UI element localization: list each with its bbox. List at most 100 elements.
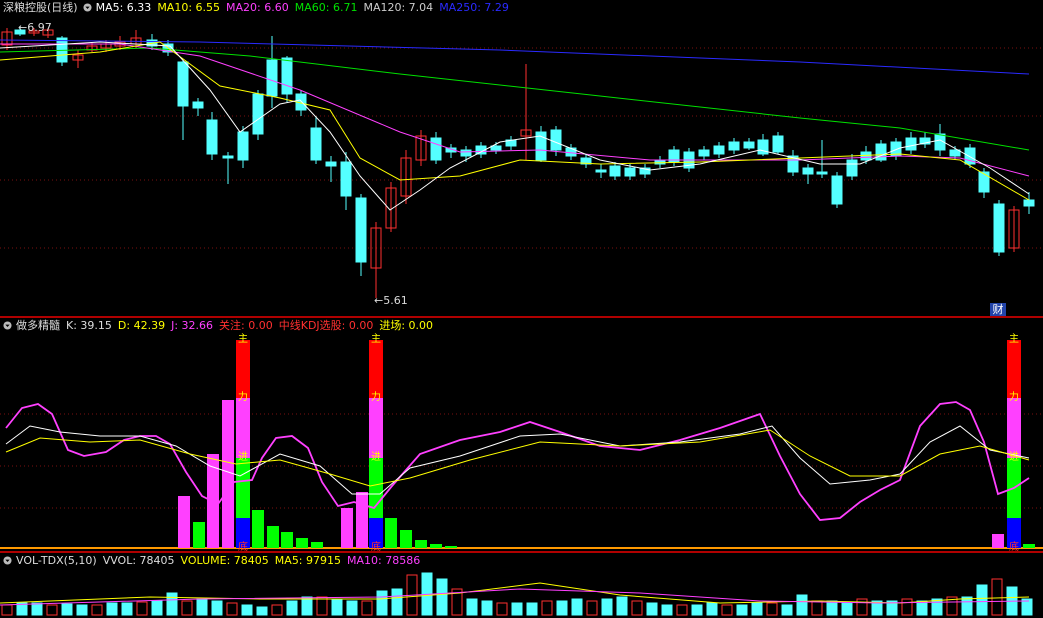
kdj-histogram-bar: [415, 540, 427, 548]
signal-tower-green: [369, 458, 383, 518]
candle-body: [846, 159, 858, 177]
volume-bar: [841, 602, 853, 616]
volume-bar: [211, 600, 223, 616]
volume-bar: [676, 604, 688, 616]
volume-bar: [91, 604, 103, 616]
volume-bar: [76, 604, 88, 616]
j-line: [5, 401, 1030, 521]
volume-bar: [601, 598, 613, 616]
candle-body: [1023, 199, 1035, 207]
volume-bar: [346, 600, 358, 616]
signal-marker-mid: 力: [371, 390, 381, 403]
volume-bar: [181, 600, 193, 616]
kdj-indicator-chart[interactable]: 主力进底主力进底主力进底: [0, 318, 1043, 551]
volume-bar: [781, 604, 793, 616]
volume-bar: [931, 598, 943, 616]
ma20-line: [0, 43, 1030, 177]
candle-body: [905, 137, 917, 151]
volume-bar: [376, 590, 388, 616]
volume-bar: [46, 604, 58, 616]
volume-bar: [331, 598, 343, 616]
volume-panel[interactable]: VOL-TDX(5,10) VVOL: 78405 VOLUME: 78405 MA5…: [0, 553, 1043, 618]
high-price-value: 6.97: [27, 21, 52, 34]
kdj-histogram-bar: [1023, 544, 1035, 548]
kdj-histogram-bar: [296, 538, 308, 548]
volume-bar: [256, 606, 268, 616]
candle-body: [177, 61, 189, 107]
ma-legend-item-1: MA10: 6.55: [157, 1, 221, 14]
k-line: [5, 425, 1030, 495]
signal-tower-red: [1007, 340, 1021, 398]
kdj-value-item-1: D: 42.39: [117, 319, 166, 332]
candle-body: [772, 135, 784, 153]
dropdown-circle-icon[interactable]: [83, 3, 92, 12]
volume-bar: [586, 600, 598, 616]
kdj-histogram-bar: [267, 526, 279, 548]
low-price-value: 5.61: [383, 294, 408, 307]
kdj-histogram-bar: [252, 510, 264, 548]
kdj-histogram-bar: [341, 508, 353, 548]
candle-body: [355, 197, 367, 263]
volume-bar: [226, 602, 238, 616]
volume-bar: [856, 598, 868, 616]
signal-tower-red: [236, 340, 250, 398]
volume-bar: [286, 600, 298, 616]
volume-bar: [361, 600, 373, 616]
candle-body: [831, 175, 843, 205]
volume-bar: [436, 578, 448, 616]
candlestick-chart[interactable]: [0, 0, 1043, 316]
volume-bar: [691, 604, 703, 616]
kdj-value-item-4: 中线KDJ选股: 0.00: [278, 319, 374, 332]
candle-body: [978, 171, 990, 193]
candle-body: [698, 149, 710, 157]
signal-tower-magenta: [236, 398, 250, 458]
candle-body: [252, 93, 264, 135]
volume-bar: [106, 602, 118, 616]
dropdown-circle-icon[interactable]: [3, 321, 12, 330]
volume-bar: [541, 600, 553, 616]
candle-body: [816, 171, 828, 175]
signal-marker-bot: 底: [238, 540, 248, 551]
signal-marker-mid: 力: [238, 390, 248, 403]
volume-legend: VOL-TDX(5,10) VVOL: 78405 VOLUME: 78405 MA5…: [0, 553, 432, 569]
volume-bar: [526, 602, 538, 616]
ma-legend-item-4: MA120: 7.04: [363, 1, 434, 14]
indicator-title: 做多精髓: [16, 319, 60, 332]
volume-bar: [706, 602, 718, 616]
volume-bar: [31, 602, 43, 616]
volume-bar: [571, 598, 583, 616]
volume-bar: [646, 602, 658, 616]
volume-bar: [61, 603, 73, 616]
price-legend: 深粮控股(日线) MA5: 6.33 MA10: 6.55 MA20: 6.60 MA6…: [0, 0, 521, 16]
dropdown-circle-icon[interactable]: [3, 556, 12, 565]
volume-bar: [1, 604, 13, 616]
kdj-histogram-bar: [311, 542, 323, 548]
signal-tower-magenta: [1007, 398, 1021, 458]
volume-bar: [961, 596, 973, 616]
candle-body: [728, 141, 740, 151]
volume-bar: [721, 604, 733, 616]
kdj-values-list: K: 39.15 D: 42.39 J: 32.66 关注: 0.00 中线KDJ选股:…: [66, 319, 439, 332]
kdj-panel[interactable]: 主力进底主力进底主力进底 做多精髓 K: 39.15 D: 42.39 J: 32.6…: [0, 318, 1043, 551]
kdj-histogram-bar: [430, 544, 442, 548]
candle-body: [609, 165, 621, 177]
price-panel[interactable]: 深粮控股(日线) MA5: 6.33 MA10: 6.55 MA20: 6.60 MA6…: [0, 0, 1043, 316]
volume-bar: [811, 600, 823, 616]
kdj-histogram-bar: [400, 530, 412, 548]
financial-report-badge[interactable]: 财: [990, 303, 1006, 316]
kdj-histogram-bar: [222, 400, 234, 548]
kdj-histogram-bar: [445, 546, 457, 548]
candle-body: [624, 167, 636, 177]
signal-marker-top: 主: [371, 333, 381, 345]
volume-bar: [136, 601, 148, 616]
candle-body: [490, 145, 502, 151]
high-price-label: ←6.97: [18, 21, 52, 34]
candle-body: [266, 59, 278, 97]
security-title: 深粮控股(日线): [3, 1, 78, 14]
kdj-histogram-bar: [178, 496, 190, 548]
candle-body: [430, 137, 442, 161]
candle-body: [222, 155, 234, 159]
volume-bar: [661, 604, 673, 616]
kdj-value-item-2: J: 32.66: [171, 319, 214, 332]
signal-marker-bot: 底: [1009, 540, 1019, 551]
